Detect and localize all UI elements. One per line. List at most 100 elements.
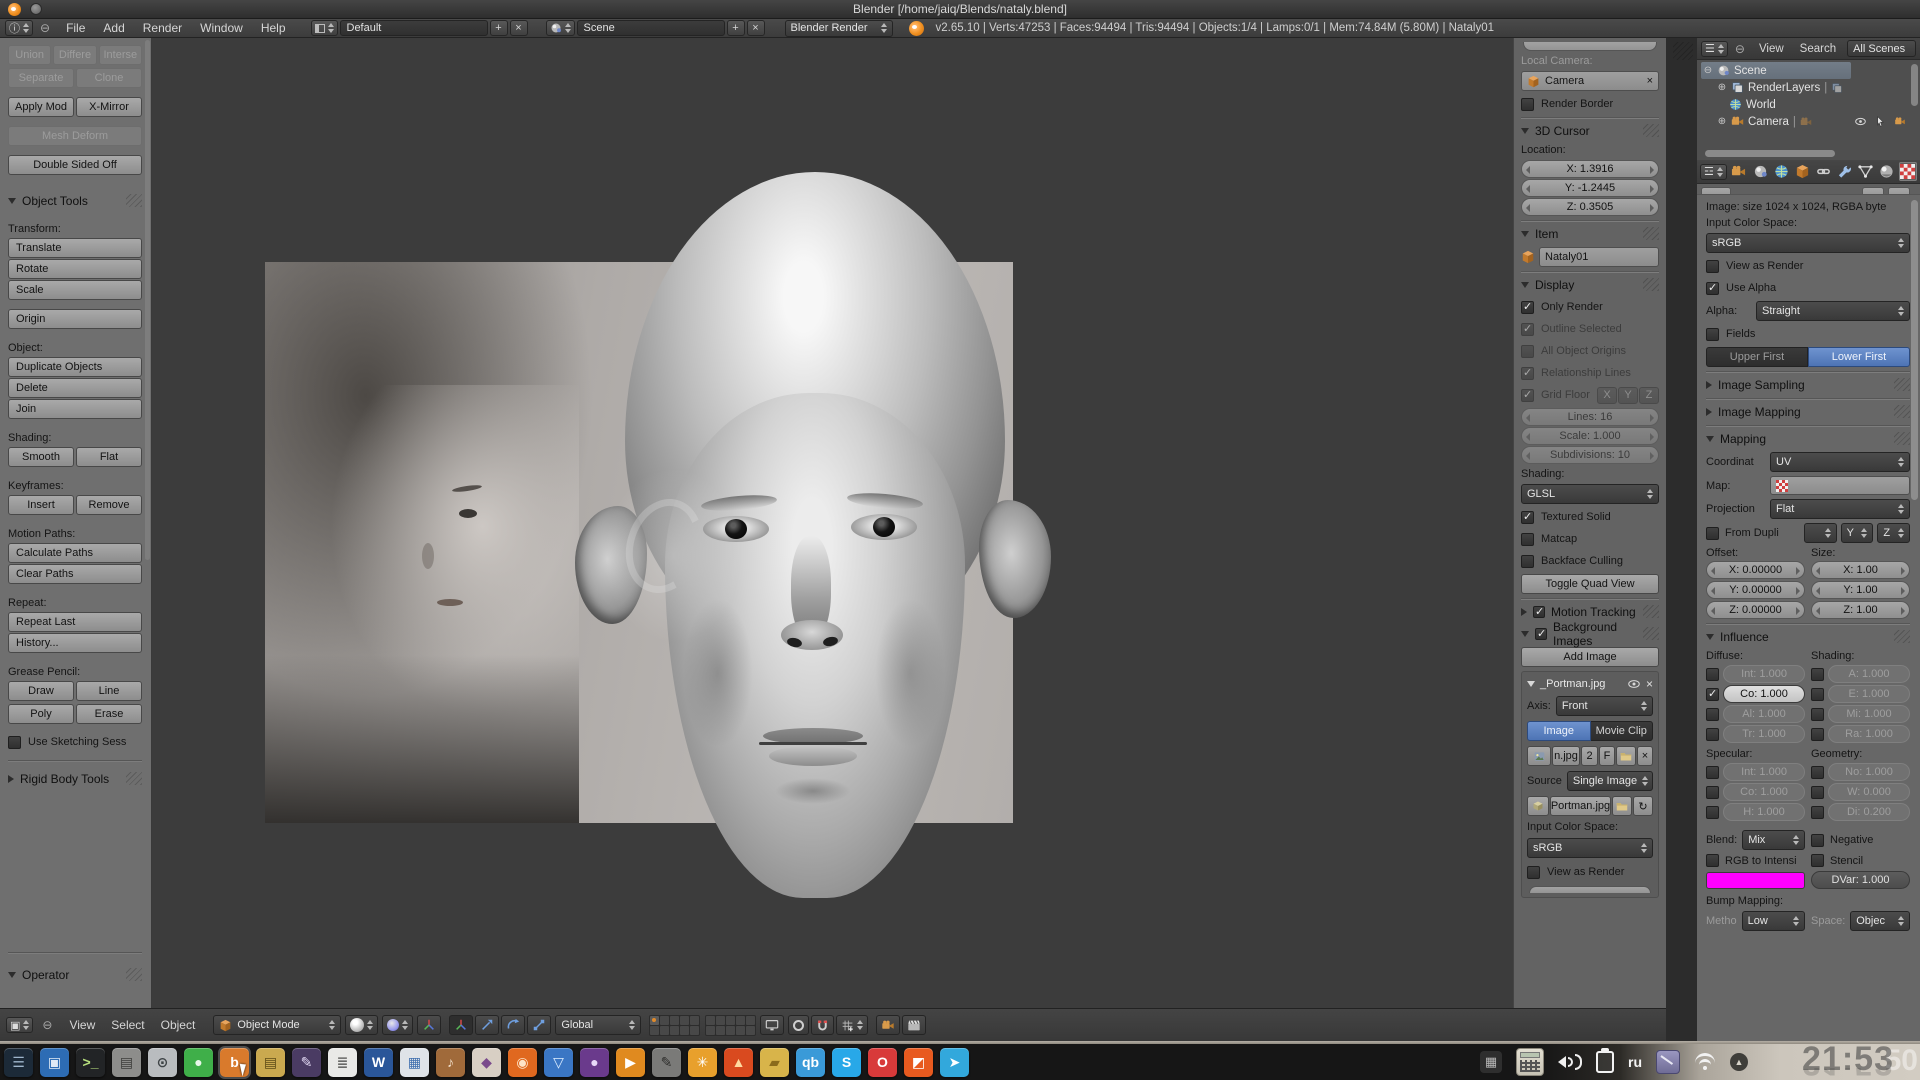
panel-grip-icon[interactable] — [1643, 278, 1659, 291]
influence-slider[interactable]: Co: 1.000 — [1723, 685, 1805, 703]
delete-layout-button[interactable]: × — [510, 20, 528, 36]
influence-slider[interactable]: E: 1.000 — [1828, 685, 1910, 703]
mode-dropdown[interactable]: Object Mode — [213, 1015, 341, 1035]
clipped-button[interactable] — [1523, 42, 1657, 51]
influence-slider[interactable]: H: 1.000 — [1723, 803, 1805, 821]
snap-toggle-button[interactable] — [811, 1015, 834, 1035]
layer-grid-left[interactable] — [649, 1015, 700, 1036]
toggle-quad-view-button[interactable]: Toggle Quad View — [1521, 574, 1659, 594]
3d-viewport[interactable]: Local Camera: Camera × Render Border 3D … — [152, 38, 1666, 1008]
pivot-dropdown[interactable] — [382, 1015, 413, 1035]
editor-type-button[interactable]: ▣ — [6, 1017, 33, 1033]
shotwell-icon[interactable]: ✳ — [688, 1048, 717, 1077]
users-count-button[interactable]: 2 — [1581, 746, 1598, 766]
search-icon[interactable]: ⊙ — [148, 1048, 177, 1077]
image-datablock-field[interactable]: n.jpg — [1552, 746, 1580, 766]
expand-icon[interactable]: ⊕ — [1717, 82, 1727, 93]
editor-divider[interactable] — [1666, 38, 1697, 1041]
mesh-deform-button[interactable]: Mesh Deform — [8, 126, 142, 146]
document-icon[interactable]: ≣ — [328, 1048, 357, 1077]
add-layout-button[interactable]: + — [490, 20, 508, 36]
use-alpha-checkbox[interactable] — [1706, 282, 1719, 295]
panel-grip-icon[interactable] — [1894, 405, 1910, 418]
item-name-field[interactable]: Nataly01 — [1539, 247, 1659, 267]
menu-item[interactable]: File — [57, 21, 94, 35]
calculate-paths-button[interactable]: Calculate Paths — [8, 543, 142, 563]
outliner-item-renderlayers[interactable]: ⊕ RenderLayers | — [1701, 79, 1920, 96]
view-as-render-checkbox[interactable] — [1527, 866, 1540, 879]
outliner-vertical-scrollbar[interactable] — [1911, 64, 1918, 106]
influence-checkbox[interactable] — [1706, 806, 1719, 819]
repeat-last-button[interactable]: Repeat Last — [8, 612, 142, 632]
writer-icon[interactable]: W — [364, 1048, 393, 1077]
textured-solid-checkbox[interactable] — [1521, 511, 1534, 524]
qbittorrent-icon[interactable]: qb — [796, 1048, 825, 1077]
blend-dropdown[interactable]: Mix — [1742, 830, 1805, 850]
axis-y-dropdown[interactable]: Y — [1841, 523, 1874, 543]
image-sampling-panel-header[interactable]: Image Sampling — [1706, 376, 1910, 394]
influence-slider[interactable]: Tr: 1.000 — [1723, 725, 1805, 743]
uv-map-field[interactable] — [1770, 476, 1910, 495]
clipped-button[interactable] — [1888, 187, 1910, 195]
filepath-field[interactable]: Portman.jpg — [1550, 796, 1611, 816]
outliner-horizontal-scrollbar[interactable] — [1705, 150, 1835, 157]
image-browse-button[interactable] — [1527, 746, 1551, 766]
unlink-image-button[interactable]: × — [1637, 746, 1653, 766]
snap-element-dropdown[interactable] — [836, 1015, 868, 1035]
source-dropdown[interactable]: Single Image — [1567, 771, 1653, 791]
view-as-render-checkbox[interactable] — [1706, 260, 1719, 273]
volume-icon[interactable] — [1558, 1054, 1582, 1070]
influence-checkbox[interactable] — [1811, 766, 1824, 779]
axis-x-dropdown[interactable] — [1804, 523, 1837, 543]
panel-grip-icon[interactable] — [1894, 378, 1910, 391]
tray-expand-icon[interactable]: ▲ — [1730, 1053, 1748, 1071]
opera-icon[interactable]: O — [868, 1048, 897, 1077]
size-x-field[interactable]: X: 1.00 — [1811, 561, 1910, 579]
rotate-button[interactable]: Rotate — [8, 259, 142, 279]
outliner-item-camera[interactable]: ⊕ Camera | — [1701, 113, 1920, 130]
boolean-op-button[interactable]: Interse — [99, 45, 142, 65]
constraints-tab[interactable] — [1814, 162, 1832, 181]
motion-tracking-checkbox[interactable] — [1533, 606, 1545, 618]
editor-type-button[interactable]: ☲ — [1700, 164, 1727, 180]
manipulator-toggle-button[interactable] — [417, 1015, 441, 1035]
menu-item[interactable]: Add — [94, 21, 133, 35]
clipboard-icon[interactable] — [1596, 1051, 1614, 1073]
layer-grid-right[interactable] — [705, 1015, 756, 1036]
only-render-checkbox[interactable] — [1521, 301, 1534, 314]
x-mirror-button[interactable]: X-Mirror — [76, 97, 142, 117]
menu-item[interactable]: Window — [191, 21, 252, 35]
object-tools-panel-header[interactable]: Object Tools — [8, 192, 142, 210]
properties-scrollbar[interactable] — [1911, 200, 1918, 500]
size-y-field[interactable]: Y: 1.00 — [1811, 581, 1910, 599]
render-tab[interactable] — [1730, 162, 1748, 181]
delete-button[interactable]: Delete — [8, 378, 142, 398]
display-panel-header[interactable]: Display — [1521, 276, 1659, 294]
layer-selector[interactable] — [649, 1015, 756, 1036]
tablet-input-icon[interactable] — [1656, 1050, 1680, 1074]
cursor-y-field[interactable]: Y: -1.2445 — [1521, 179, 1659, 197]
background-images-checkbox[interactable] — [1535, 628, 1547, 640]
telegram-icon[interactable]: ➤ — [940, 1048, 969, 1077]
duplicate-objects-button[interactable]: Duplicate Objects — [8, 357, 142, 377]
panel-grip-icon[interactable] — [1894, 630, 1910, 643]
dvar-field[interactable]: DVar: 1.000 — [1811, 871, 1910, 889]
media-player-icon[interactable]: ▶ — [616, 1048, 645, 1077]
reload-image-button[interactable]: ↻ — [1633, 796, 1653, 816]
render-engine-dropdown[interactable]: Blender Render — [785, 20, 893, 37]
smooth-button[interactable]: Smooth — [8, 447, 74, 467]
influence-slider[interactable]: Al: 1.000 — [1723, 705, 1805, 723]
scene-icon-button[interactable] — [546, 20, 575, 36]
editor-type-button[interactable]: ⓘ — [5, 20, 33, 36]
outliner-item-world[interactable]: World — [1701, 96, 1920, 113]
panel-grip-icon[interactable] — [1643, 605, 1659, 618]
packed-file-button[interactable] — [1527, 796, 1549, 816]
visibility-eye-icon[interactable] — [1854, 116, 1867, 127]
insert-keyframe-button[interactable]: Insert — [8, 495, 74, 515]
influence-slider[interactable]: Ra: 1.000 — [1828, 725, 1910, 743]
skype-icon[interactable]: S — [832, 1048, 861, 1077]
rgb-to-intensity-checkbox[interactable] — [1706, 854, 1719, 867]
item-panel-header[interactable]: Item — [1521, 225, 1659, 243]
texture-color-swatch[interactable] — [1706, 872, 1805, 889]
menu-item[interactable]: Render — [134, 21, 191, 35]
